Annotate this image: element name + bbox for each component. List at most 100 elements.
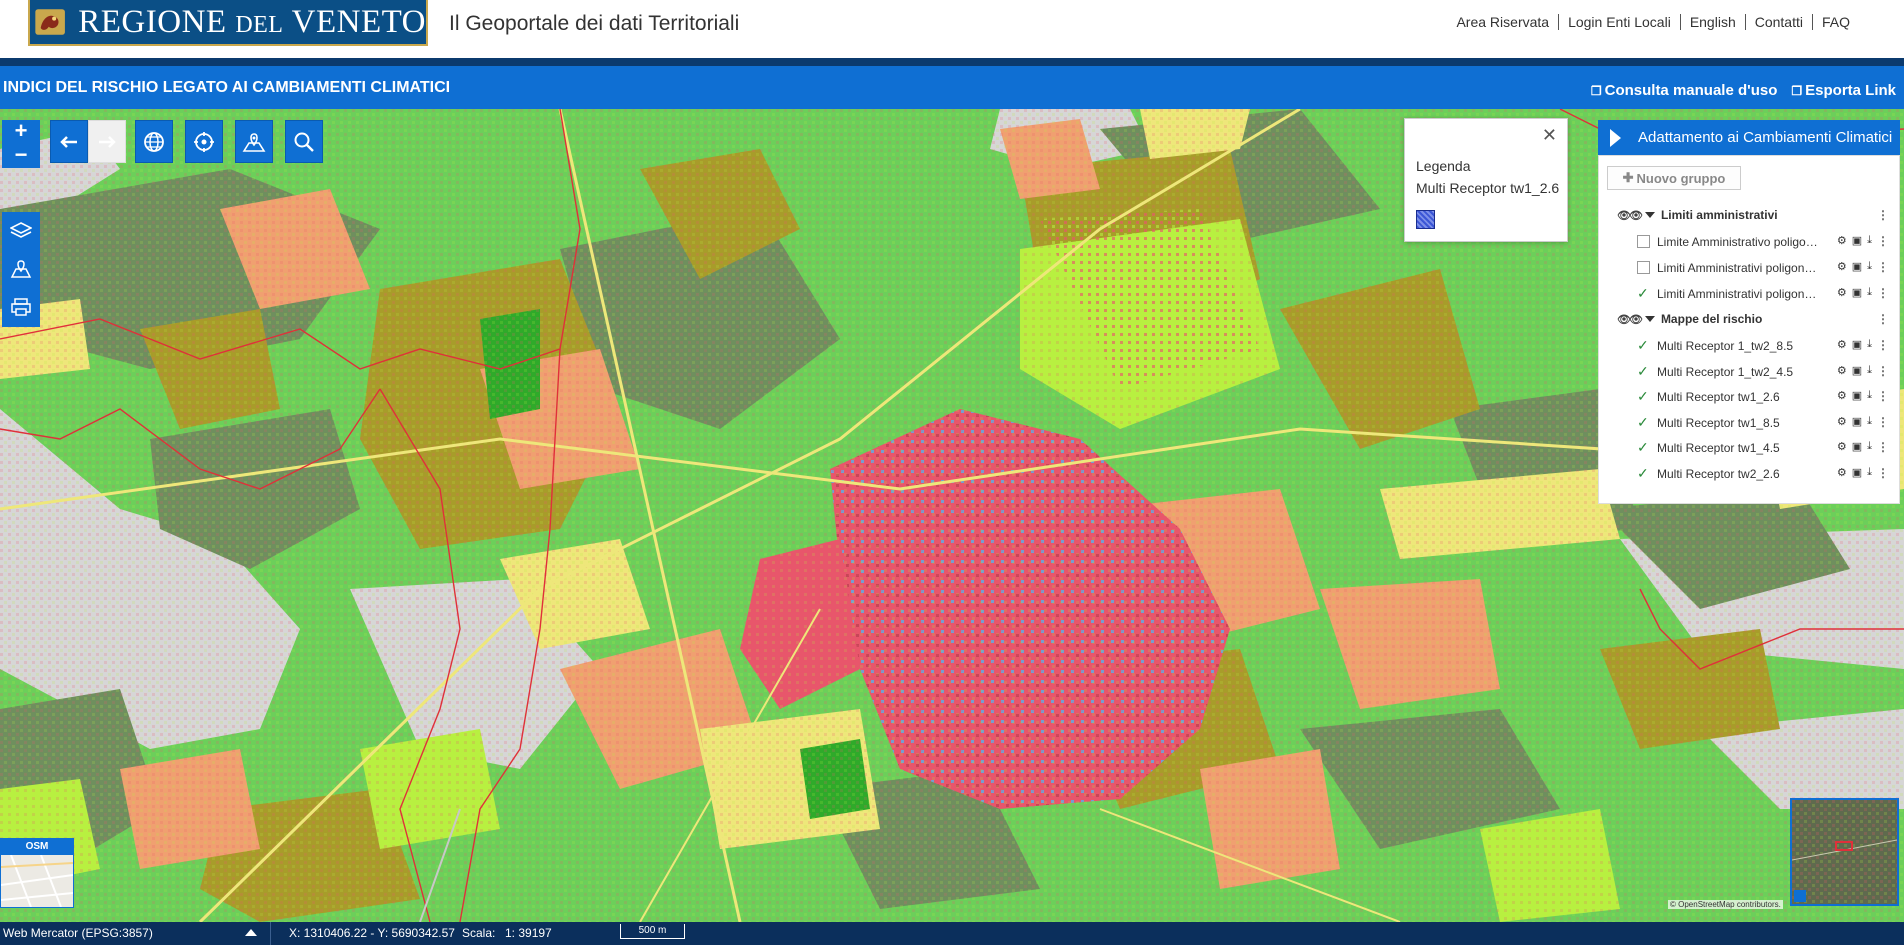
link-login-enti-locali[interactable]: Login Enti Locali xyxy=(1558,14,1680,30)
eye-icon[interactable]: 👁👁 xyxy=(1617,210,1643,222)
download-icon[interactable]: ⤓ xyxy=(1867,286,1872,300)
download-icon[interactable]: ⤓ xyxy=(1867,364,1872,378)
layer-actions: ⚙ ▣ ⤓ ⋮ xyxy=(1837,286,1889,300)
logo-word-del: DEL xyxy=(235,11,284,38)
scale-value[interactable]: 1: 39197 xyxy=(505,926,552,940)
manual-link[interactable]: ❐ Consulta manuale d'uso xyxy=(1591,82,1778,99)
image-icon[interactable]: ▣ xyxy=(1852,234,1862,248)
download-icon[interactable]: ⤓ xyxy=(1867,440,1872,454)
image-icon[interactable]: ▣ xyxy=(1852,415,1862,429)
eye-icon[interactable]: 👁👁 xyxy=(1617,314,1643,326)
scale-label: Scala: xyxy=(462,926,496,940)
map-attribution[interactable]: © OpenStreetMap contributors. xyxy=(1668,900,1783,909)
overview-toggle-icon[interactable] xyxy=(1794,890,1806,902)
image-icon[interactable]: ▣ xyxy=(1852,260,1862,274)
settings-icon[interactable]: ⚙ xyxy=(1837,389,1847,403)
image-icon[interactable]: ▣ xyxy=(1852,440,1862,454)
print-button[interactable] xyxy=(2,288,40,326)
settings-icon[interactable]: ⚙ xyxy=(1837,338,1847,352)
map-edit-button[interactable] xyxy=(2,250,40,288)
layer-item[interactable]: ✓ Multi Receptor tw1_8.5 ⚙ ▣ ⤓ ⋮ xyxy=(1637,413,1895,433)
layer-item[interactable]: ✓ Multi Receptor tw1_4.5 ⚙ ▣ ⤓ ⋮ xyxy=(1637,438,1895,458)
check-icon[interactable]: ✓ xyxy=(1637,389,1650,403)
search-button[interactable] xyxy=(285,120,323,163)
layer-item[interactable]: ✓ Multi Receptor tw1_2.6 ⚙ ▣ ⤓ ⋮ xyxy=(1637,387,1895,407)
full-extent-button[interactable] xyxy=(135,120,173,163)
map-marker-button[interactable] xyxy=(235,120,273,163)
back-button[interactable] xyxy=(50,120,88,163)
more-icon[interactable]: ⋮ xyxy=(1877,440,1889,454)
layer-item[interactable]: ✓ Limiti Amministrativi poligoni comunal… xyxy=(1637,284,1895,304)
basemap-switcher[interactable]: OSM xyxy=(0,838,74,908)
caret-up-icon[interactable] xyxy=(245,929,257,936)
logo-word-regione: REGIONE xyxy=(78,3,227,40)
download-icon[interactable]: ⤓ xyxy=(1867,234,1872,248)
layer-checkbox[interactable] xyxy=(1637,235,1650,248)
link-area-riservata[interactable]: Area Riservata xyxy=(1447,14,1558,30)
overview-map[interactable] xyxy=(1790,798,1899,906)
more-icon[interactable]: ⋮ xyxy=(1877,415,1889,429)
link-english[interactable]: English xyxy=(1679,14,1745,30)
settings-icon[interactable]: ⚙ xyxy=(1837,260,1847,274)
more-icon[interactable]: ⋮ xyxy=(1877,364,1889,378)
layer-label: Limiti Amministrativi poligoni provincia… xyxy=(1657,261,1819,275)
forward-button[interactable] xyxy=(88,120,126,163)
image-icon[interactable]: ▣ xyxy=(1852,364,1862,378)
group-menu-icon[interactable]: ⋮ xyxy=(1877,312,1889,326)
zoom-out-button[interactable]: − xyxy=(2,144,40,168)
more-icon[interactable]: ⋮ xyxy=(1877,466,1889,480)
layer-item[interactable]: Limiti Amministrativi poligoni provincia… xyxy=(1637,258,1895,278)
layer-item[interactable]: Limite Amministrativo poligono regionale… xyxy=(1637,232,1895,252)
caret-down-icon[interactable] xyxy=(1644,212,1655,218)
export-link[interactable]: ❐ Esporta Link xyxy=(1791,82,1896,99)
globe-icon xyxy=(144,131,164,152)
download-icon[interactable]: ⤓ xyxy=(1867,389,1872,403)
settings-icon[interactable]: ⚙ xyxy=(1837,415,1847,429)
download-icon[interactable]: ⤓ xyxy=(1867,260,1872,274)
check-icon[interactable]: ✓ xyxy=(1637,338,1650,352)
settings-icon[interactable]: ⚙ xyxy=(1837,234,1847,248)
group-mappe-del-rischio[interactable]: 👁👁 Mappe del rischio xyxy=(1617,312,1762,326)
close-icon[interactable]: ✕ xyxy=(1542,125,1557,146)
top-header: REGIONE DEL VENETO Il Geoportale dei dat… xyxy=(0,0,1904,58)
link-faq[interactable]: FAQ xyxy=(1811,14,1859,30)
image-icon[interactable]: ▣ xyxy=(1852,286,1862,300)
more-icon[interactable]: ⋮ xyxy=(1877,260,1889,274)
layer-item[interactable]: ✓ Multi Receptor tw2_2.6 ⚙ ▣ ⤓ ⋮ xyxy=(1637,464,1895,484)
layer-checkbox[interactable] xyxy=(1637,261,1650,274)
more-icon[interactable]: ⋮ xyxy=(1877,234,1889,248)
projection-select[interactable]: Web Mercator (EPSG:3857) xyxy=(3,926,153,940)
layer-item[interactable]: ✓ Multi Receptor 1_tw2_8.5 ⚙ ▣ ⤓ ⋮ xyxy=(1637,336,1895,356)
more-icon[interactable]: ⋮ xyxy=(1877,338,1889,352)
check-icon[interactable]: ✓ xyxy=(1637,286,1650,300)
regione-veneto-logo[interactable]: REGIONE DEL VENETO xyxy=(28,0,428,46)
settings-icon[interactable]: ⚙ xyxy=(1837,440,1847,454)
download-icon[interactable]: ⤓ xyxy=(1867,466,1872,480)
image-icon[interactable]: ▣ xyxy=(1852,466,1862,480)
link-contatti[interactable]: Contatti xyxy=(1744,14,1812,30)
zoom-in-button[interactable]: + xyxy=(2,120,40,144)
caret-down-icon[interactable] xyxy=(1644,316,1655,322)
image-icon[interactable]: ▣ xyxy=(1852,338,1862,352)
group-limiti-amministrativi[interactable]: 👁👁 Limiti amministrativi xyxy=(1617,208,1778,222)
settings-icon[interactable]: ⚙ xyxy=(1837,286,1847,300)
check-icon[interactable]: ✓ xyxy=(1637,466,1650,480)
layer-panel-title: Adattamento ai Cambiamenti Climatici xyxy=(1638,129,1893,146)
layers-button[interactable] xyxy=(2,212,40,250)
image-icon[interactable]: ▣ xyxy=(1852,389,1862,403)
collapse-arrow-icon[interactable] xyxy=(1610,129,1621,147)
check-icon[interactable]: ✓ xyxy=(1637,364,1650,378)
download-icon[interactable]: ⤓ xyxy=(1867,338,1872,352)
check-icon[interactable]: ✓ xyxy=(1637,440,1650,454)
settings-icon[interactable]: ⚙ xyxy=(1837,364,1847,378)
download-icon[interactable]: ⤓ xyxy=(1867,415,1872,429)
more-icon[interactable]: ⋮ xyxy=(1877,286,1889,300)
layer-item[interactable]: ✓ Multi Receptor 1_tw2_4.5 ⚙ ▣ ⤓ ⋮ xyxy=(1637,362,1895,382)
check-icon[interactable]: ✓ xyxy=(1637,415,1650,429)
group-menu-icon[interactable]: ⋮ xyxy=(1877,208,1889,222)
new-group-button[interactable]: ✚ Nuovo gruppo xyxy=(1607,166,1741,190)
locate-button[interactable] xyxy=(185,120,223,163)
settings-icon[interactable]: ⚙ xyxy=(1837,466,1847,480)
layer-panel-header[interactable]: Adattamento ai Cambiamenti Climatici xyxy=(1598,120,1900,155)
more-icon[interactable]: ⋮ xyxy=(1877,389,1889,403)
